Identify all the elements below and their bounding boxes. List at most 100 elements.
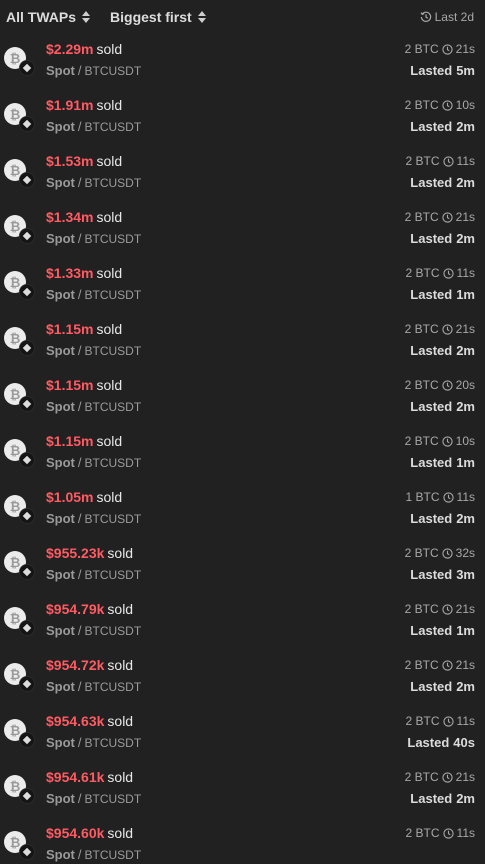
order-size: 2 BTC — [404, 210, 439, 224]
twap-row[interactable]: ₿ $1.53m sold Spot / BTCUSDT 2 BTC 11s Last… — [0, 146, 485, 202]
trade-amount: $1.15m sold — [46, 377, 122, 394]
trade-value: $1.15m — [46, 377, 94, 393]
order-duration: Lasted 2m — [410, 510, 475, 527]
order-duration: Lasted 2m — [410, 230, 475, 247]
order-interval: 21s — [455, 210, 475, 224]
trade-value: $1.91m — [46, 97, 94, 113]
order-size: 2 BTC — [404, 602, 439, 616]
twap-row[interactable]: ₿ $2.29m sold Spot / BTCUSDT 2 BTC 21s Last… — [0, 34, 485, 90]
clock-icon — [442, 828, 454, 839]
twap-row[interactable]: ₿ $1.15m sold Spot / BTCUSDT 2 BTC 10s Last… — [0, 426, 485, 482]
twap-row[interactable]: ₿ $954.61k sold Spot / BTCUSDT 2 BTC 21s La… — [0, 762, 485, 818]
order-interval: 11s — [456, 154, 475, 168]
binance-icon — [19, 396, 35, 412]
order-meta: 2 BTC 11s — [406, 714, 475, 729]
market-separator: / — [77, 399, 82, 414]
trade-side: sold — [107, 769, 134, 785]
twap-list: ₿ $2.29m sold Spot / BTCUSDT 2 BTC 21s Last… — [0, 34, 485, 862]
trade-amount: $955.23k sold — [46, 545, 133, 562]
twap-row[interactable]: ₿ $1.15m sold Spot / BTCUSDT 2 BTC 20s Last… — [0, 370, 485, 426]
sort-order-label: Biggest first — [110, 9, 192, 25]
order-duration: Lasted 1m — [410, 454, 475, 471]
order-size: 2 BTC — [404, 378, 439, 392]
clock-icon — [441, 100, 453, 111]
order-size: 2 BTC — [405, 714, 440, 728]
twap-row[interactable]: ₿ $1.33m sold Spot / BTCUSDT 2 BTC 11s Last… — [0, 258, 485, 314]
trade-side: sold — [107, 713, 134, 729]
order-interval: 32s — [455, 546, 475, 560]
sort-order-dropdown[interactable]: Biggest first — [110, 9, 206, 25]
order-duration: Lasted 2m — [410, 398, 475, 415]
market-separator: / — [77, 567, 82, 582]
market-type: Spot — [46, 231, 75, 246]
order-size: 2 BTC — [404, 546, 439, 560]
trading-pair: BTCUSDT — [84, 176, 142, 190]
trade-value: $1.15m — [46, 433, 94, 449]
trade-value: $954.61k — [46, 769, 105, 785]
market-type: Spot — [46, 63, 75, 78]
market-type: Spot — [46, 511, 75, 526]
lasted-label: Lasted — [410, 175, 453, 190]
order-interval: 21s — [455, 602, 475, 616]
market-type: Spot — [46, 735, 75, 750]
trade-side: sold — [96, 489, 123, 505]
trade-side: sold — [96, 209, 123, 225]
binance-icon — [19, 172, 35, 188]
order-meta: 2 BTC 20s — [405, 378, 475, 393]
duration-value: 2m — [456, 791, 475, 806]
lasted-label: Lasted — [410, 119, 453, 134]
time-range-selector[interactable]: Last 2d — [420, 10, 474, 24]
trade-side: sold — [96, 265, 123, 281]
twap-row[interactable]: ₿ $954.72k sold Spot / BTCUSDT 2 BTC 21s La… — [0, 650, 485, 706]
lasted-label: Lasted — [410, 455, 453, 470]
trade-amount: $1.05m sold — [46, 489, 122, 506]
order-interval: 11s — [456, 714, 475, 728]
twap-filter-dropdown[interactable]: All TWAPs — [6, 9, 91, 25]
market-separator: / — [77, 63, 82, 78]
order-size: 2 BTC — [405, 826, 440, 840]
duration-value: 1m — [456, 455, 475, 470]
binance-icon — [19, 340, 35, 356]
market-separator: / — [77, 623, 82, 638]
order-interval: 21s — [455, 770, 475, 784]
trade-side: sold — [96, 97, 123, 113]
binance-icon — [19, 620, 35, 636]
clock-icon — [441, 604, 453, 615]
market-info: Spot / BTCUSDT — [46, 846, 141, 864]
order-size: 1 BTC — [405, 490, 440, 504]
order-interval: 10s — [455, 98, 475, 112]
trade-amount: $954.61k sold — [46, 769, 133, 786]
order-meta: 2 BTC 11s — [406, 826, 475, 841]
trade-amount: $954.63k sold — [46, 713, 133, 730]
trade-value: $1.05m — [46, 489, 94, 505]
market-separator: / — [77, 847, 82, 862]
duration-value: 2m — [456, 231, 475, 246]
trade-value: $954.79k — [46, 601, 105, 617]
order-size: 2 BTC — [405, 266, 440, 280]
twap-row[interactable]: ₿ $1.91m sold Spot / BTCUSDT 2 BTC 10s Last… — [0, 90, 485, 146]
order-meta: 2 BTC 11s — [406, 266, 475, 281]
twap-row[interactable]: ₿ $955.23k sold Spot / BTCUSDT 2 BTC 32s La… — [0, 538, 485, 594]
twap-row[interactable]: ₿ $1.34m sold Spot / BTCUSDT 2 BTC 21s Last… — [0, 202, 485, 258]
trade-side: sold — [107, 601, 134, 617]
lasted-label: Lasted — [410, 567, 453, 582]
twap-row[interactable]: ₿ $954.63k sold Spot / BTCUSDT 2 BTC 11s La… — [0, 706, 485, 762]
order-meta: 2 BTC 21s — [405, 658, 475, 673]
binance-icon — [19, 564, 35, 580]
twap-row[interactable]: ₿ $1.05m sold Spot / BTCUSDT 1 BTC 11s Last… — [0, 482, 485, 538]
trade-value: $1.53m — [46, 153, 94, 169]
twap-row[interactable]: ₿ $954.60k sold Spot / BTCUSDT 2 BTC 11s — [0, 818, 485, 862]
market-info: Spot / BTCUSDT — [46, 230, 141, 248]
order-interval: 11s — [456, 266, 475, 280]
twap-row[interactable]: ₿ $954.79k sold Spot / BTCUSDT 2 BTC 21s La… — [0, 594, 485, 650]
market-separator: / — [77, 511, 82, 526]
trade-value: $1.34m — [46, 209, 94, 225]
trade-amount: $954.60k sold — [46, 825, 133, 842]
twap-row[interactable]: ₿ $1.15m sold Spot / BTCUSDT 2 BTC 21s Last… — [0, 314, 485, 370]
duration-value: 1m — [456, 623, 475, 638]
binance-icon — [19, 732, 35, 748]
duration-value: 2m — [456, 175, 475, 190]
market-type: Spot — [46, 287, 75, 302]
duration-value: 2m — [456, 119, 475, 134]
history-icon — [420, 11, 431, 22]
